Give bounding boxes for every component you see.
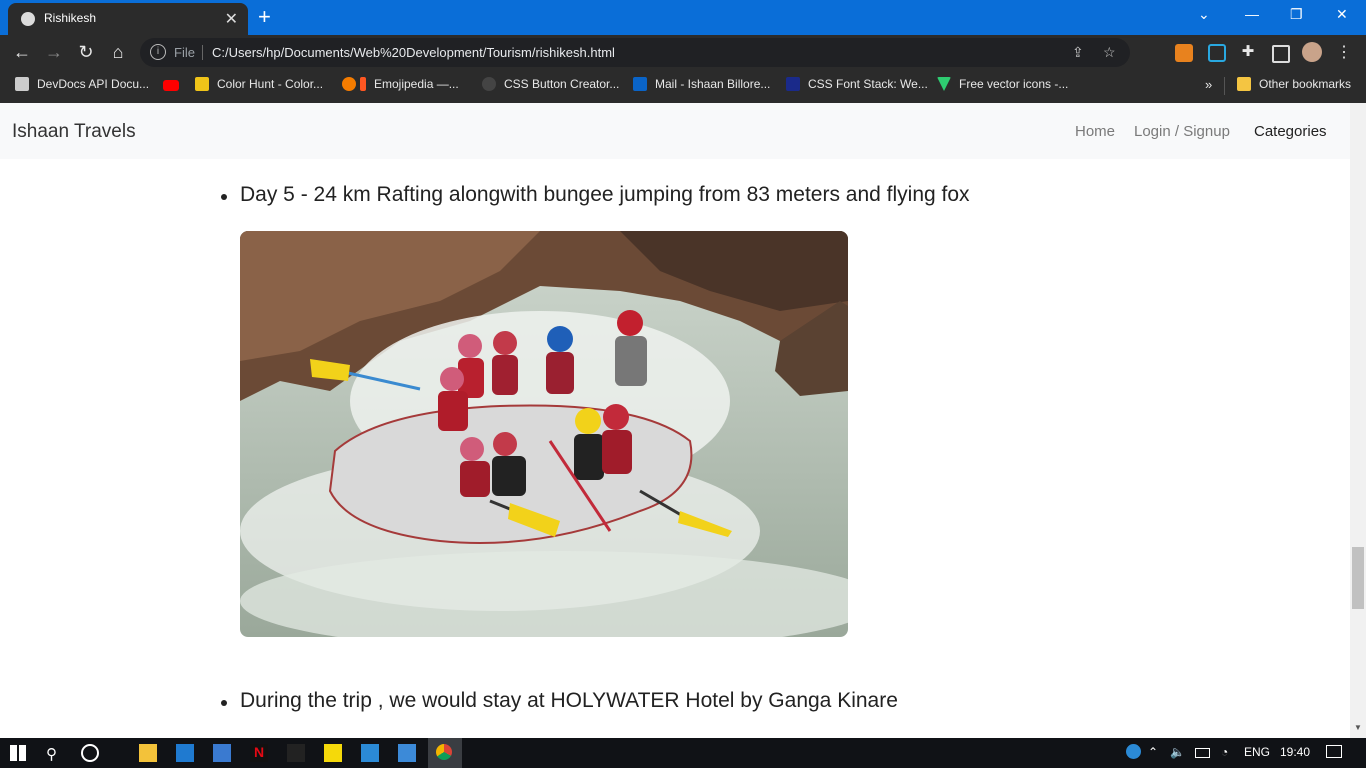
- search-icon[interactable]: ⚲: [46, 745, 57, 763]
- bookmark-label: CSS Font Stack: We...: [808, 77, 928, 91]
- windows-start-icon[interactable]: [10, 745, 26, 761]
- scroll-down-arrow-icon[interactable]: ▼: [1354, 723, 1362, 732]
- list-bullet: [221, 194, 227, 200]
- youtube-icon: [163, 80, 179, 91]
- bookmark-star-icon[interactable]: ☆: [1103, 44, 1116, 61]
- info-icon[interactable]: i: [150, 44, 166, 60]
- outlook-icon: [633, 77, 647, 91]
- language-indicator[interactable]: ENG: [1244, 745, 1270, 759]
- store-icon[interactable]: [213, 744, 231, 762]
- minimize-button[interactable]: —: [1245, 6, 1259, 22]
- close-tab-icon[interactable]: ✕: [225, 9, 238, 29]
- cssfont-icon: [786, 77, 800, 91]
- bookmark-css-button[interactable]: CSS Button Creator...: [482, 77, 619, 95]
- scheme-label: File: [174, 45, 195, 60]
- chevron-up-icon[interactable]: ⌃: [1148, 745, 1158, 759]
- home-button[interactable]: ⌂: [107, 42, 129, 63]
- metamask-icon[interactable]: [1175, 44, 1193, 62]
- browser-title-bar: Rishikesh ✕ + ⌄ — ❐ ✕: [0, 0, 1366, 35]
- vector-icon: [937, 77, 951, 91]
- restore-button[interactable]: ❐: [1290, 6, 1303, 23]
- folder-icon: [1237, 77, 1251, 91]
- photos-app-icon[interactable]: [398, 744, 416, 762]
- sticky-notes-icon[interactable]: [324, 744, 342, 762]
- list-bullet: [221, 700, 227, 706]
- emojipedia-secondary-icon: [360, 77, 366, 91]
- nav-login-signup-link[interactable]: Login / Signup: [1134, 123, 1230, 140]
- volume-icon[interactable]: 🔈: [1170, 745, 1185, 759]
- bookmark-label: Emojipedia —...: [374, 77, 459, 91]
- rafting-photo: [240, 231, 848, 637]
- wifi-icon[interactable]: ◔: [1221, 745, 1228, 759]
- forward-button[interactable]: →: [43, 42, 65, 63]
- globe-icon: [21, 12, 35, 26]
- tab-title: Rishikesh: [44, 11, 97, 25]
- bookmark-label: Mail - Ishaan Billore...: [655, 77, 771, 91]
- profile-avatar[interactable]: [1302, 42, 1322, 62]
- windows-taskbar: ⚲ N ⌃ 🔈 ◔ ENG 19:40: [0, 738, 1366, 768]
- url-text[interactable]: C:/Users/hp/Documents/Web%20Development/…: [212, 45, 615, 60]
- emojipedia-icon: [342, 77, 356, 91]
- back-button[interactable]: ←: [11, 42, 33, 63]
- chrome-icon: [436, 744, 452, 760]
- side-panel-icon[interactable]: [1272, 45, 1290, 63]
- vscode-icon[interactable]: [361, 744, 379, 762]
- bookmark-mail[interactable]: Mail - Ishaan Billore...: [633, 77, 770, 95]
- devdocs-icon: [15, 77, 29, 91]
- tab-search-icon[interactable]: ⌄: [1198, 6, 1210, 23]
- file-explorer-icon[interactable]: [139, 744, 157, 762]
- bookmark-emojipedia[interactable]: Emojipedia —...: [342, 77, 459, 95]
- close-window-button[interactable]: ✕: [1336, 6, 1348, 23]
- web-page: Ishaan Travels Home Login / Signup Categ…: [0, 103, 1350, 738]
- gear-icon: [482, 77, 496, 91]
- browser-tab[interactable]: Rishikesh ✕: [8, 3, 248, 35]
- nav-home-link[interactable]: Home: [1075, 123, 1115, 140]
- itinerary-item-hotel: During the trip , we would stay at HOLYW…: [240, 689, 898, 712]
- battery-icon[interactable]: [1195, 748, 1210, 758]
- site-brand[interactable]: Ishaan Travels: [12, 121, 136, 143]
- help-icon[interactable]: [1126, 744, 1141, 759]
- new-tab-button[interactable]: +: [258, 4, 271, 30]
- bookmarks-divider: [1224, 77, 1225, 95]
- reload-button[interactable]: ↻: [75, 42, 97, 63]
- page-scrollbar[interactable]: ▼: [1350, 103, 1366, 738]
- bookmark-vector-icons[interactable]: Free vector icons -...: [937, 77, 1068, 95]
- bookmark-colorhunt[interactable]: Color Hunt - Color...: [195, 77, 323, 95]
- rafting-image: [240, 231, 848, 637]
- bookmark-cssfont[interactable]: CSS Font Stack: We...: [786, 77, 928, 95]
- address-bar[interactable]: i File C:/Users/hp/Documents/Web%20Devel…: [140, 38, 1130, 67]
- bookmark-devdocs[interactable]: DevDocs API Docu...: [15, 77, 149, 95]
- colorhunt-icon: [195, 77, 209, 91]
- bookmark-label: CSS Button Creator...: [504, 77, 620, 91]
- share-icon[interactable]: ⇪: [1072, 44, 1084, 61]
- address-separator: [202, 45, 203, 60]
- menu-kebab-icon[interactable]: ⋮: [1333, 42, 1355, 62]
- itinerary-item-day5: Day 5 - 24 km Rafting alongwith bungee j…: [240, 183, 970, 206]
- media-app-icon[interactable]: [287, 744, 305, 762]
- more-bookmarks-chevron-icon[interactable]: »: [1205, 77, 1212, 95]
- scrollbar-thumb[interactable]: [1352, 547, 1364, 609]
- mail-app-icon[interactable]: [176, 744, 194, 762]
- clock[interactable]: 19:40: [1280, 745, 1310, 759]
- bookmark-youtube[interactable]: [163, 77, 187, 95]
- other-bookmarks-folder[interactable]: Other bookmarks: [1237, 77, 1351, 95]
- cortana-icon[interactable]: [81, 744, 99, 762]
- screenshot-extension-icon[interactable]: [1208, 44, 1226, 62]
- bookmark-label: Free vector icons -...: [959, 77, 1069, 91]
- site-navbar: Ishaan Travels Home Login / Signup Categ…: [0, 103, 1350, 159]
- bookmarks-bar: DevDocs API Docu... Color Hunt - Color..…: [0, 70, 1366, 103]
- bookmark-label: Other bookmarks: [1259, 77, 1352, 91]
- nav-categories-link[interactable]: Categories: [1254, 123, 1327, 140]
- netflix-icon[interactable]: N: [250, 744, 268, 762]
- browser-toolbar: ← → ↻ ⌂ i File C:/Users/hp/Documents/Web…: [0, 35, 1366, 70]
- notification-icon[interactable]: [1326, 745, 1342, 758]
- extensions-puzzle-icon[interactable]: ✚: [1237, 42, 1259, 60]
- bookmark-label: Color Hunt - Color...: [217, 77, 324, 91]
- bookmark-label: DevDocs API Docu...: [37, 77, 150, 91]
